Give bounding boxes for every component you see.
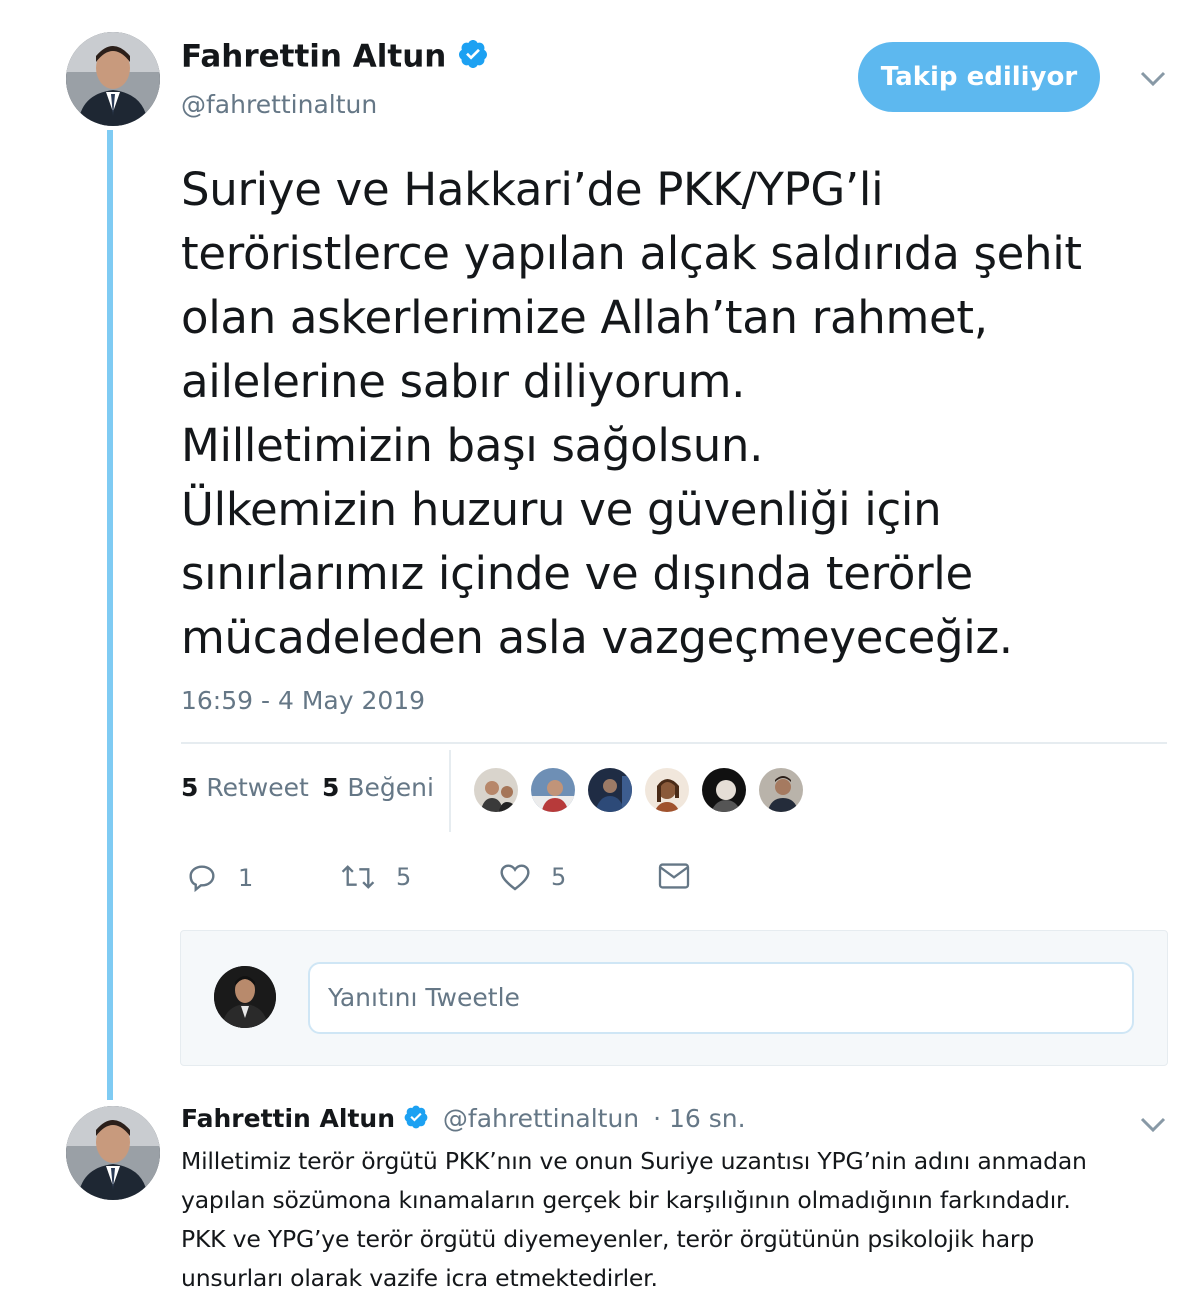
reply-icon [186,862,218,894]
current-user-avatar [214,966,276,1028]
liker-avatar[interactable] [472,766,520,814]
retweet-stat-label: Retweet [206,773,309,802]
like-action[interactable]: 5 [499,862,566,892]
liker-avatar[interactable] [586,766,634,814]
liker-avatar[interactable] [757,766,805,814]
reply-author-avatar[interactable] [66,1106,160,1200]
like-icon [499,862,531,892]
reply-author-handle[interactable]: @fahrettinaltun [443,1104,639,1133]
liker-avatar[interactable] [700,766,748,814]
reply-input[interactable]: Yanıtını Tweetle [308,962,1134,1034]
retweet-stat[interactable]: 5 Retweet [181,773,309,802]
like-stat-count: 5 [322,773,340,802]
stats-vertical-divider [449,750,451,832]
chevron-down-icon[interactable] [1140,1116,1166,1138]
retweet-count: 5 [396,863,412,891]
like-stat-label: Beğeni [347,773,434,802]
chevron-down-icon[interactable] [1140,70,1166,92]
following-button[interactable]: Takip ediliyor [858,42,1100,112]
reply-action[interactable]: 1 [186,862,253,894]
verified-badge-icon [457,38,489,78]
like-count: 5 [551,863,567,891]
direct-message-action[interactable] [657,862,691,890]
stats-divider [181,742,1167,744]
liker-avatar[interactable] [529,766,577,814]
thread-connector-line [107,130,113,1100]
tweet-timestamp[interactable]: 16:59 - 4 May 2019 [181,686,425,715]
author-name-text[interactable]: Fahrettin Altun [181,39,446,75]
direct-message-icon [657,862,691,890]
reply-count: 1 [238,864,254,892]
like-stat[interactable]: 5 Beğeni [322,773,434,802]
reply-author-name[interactable]: Fahrettin Altun [181,1104,395,1133]
reply-text: Milletimiz terör örgütü PKK’nın ve onun … [181,1147,1087,1292]
author-handle[interactable]: @fahrettinaltun [181,90,377,119]
tweet-text: Suriye ve Hakkari’de PKK/YPG’li terörist… [181,163,1082,664]
author-avatar[interactable] [66,32,160,126]
reply-header: Fahrettin Altun @fahrettinaltun · 16 sn. [181,1104,746,1136]
author-name[interactable]: Fahrettin Altun [181,38,489,78]
reply-time[interactable]: · 16 sn. [653,1104,745,1133]
retweet-stat-count: 5 [181,773,199,802]
verified-badge-icon [403,1104,429,1136]
retweet-action[interactable]: 5 [340,862,411,892]
retweet-icon [340,862,376,892]
liker-avatar[interactable] [643,766,691,814]
